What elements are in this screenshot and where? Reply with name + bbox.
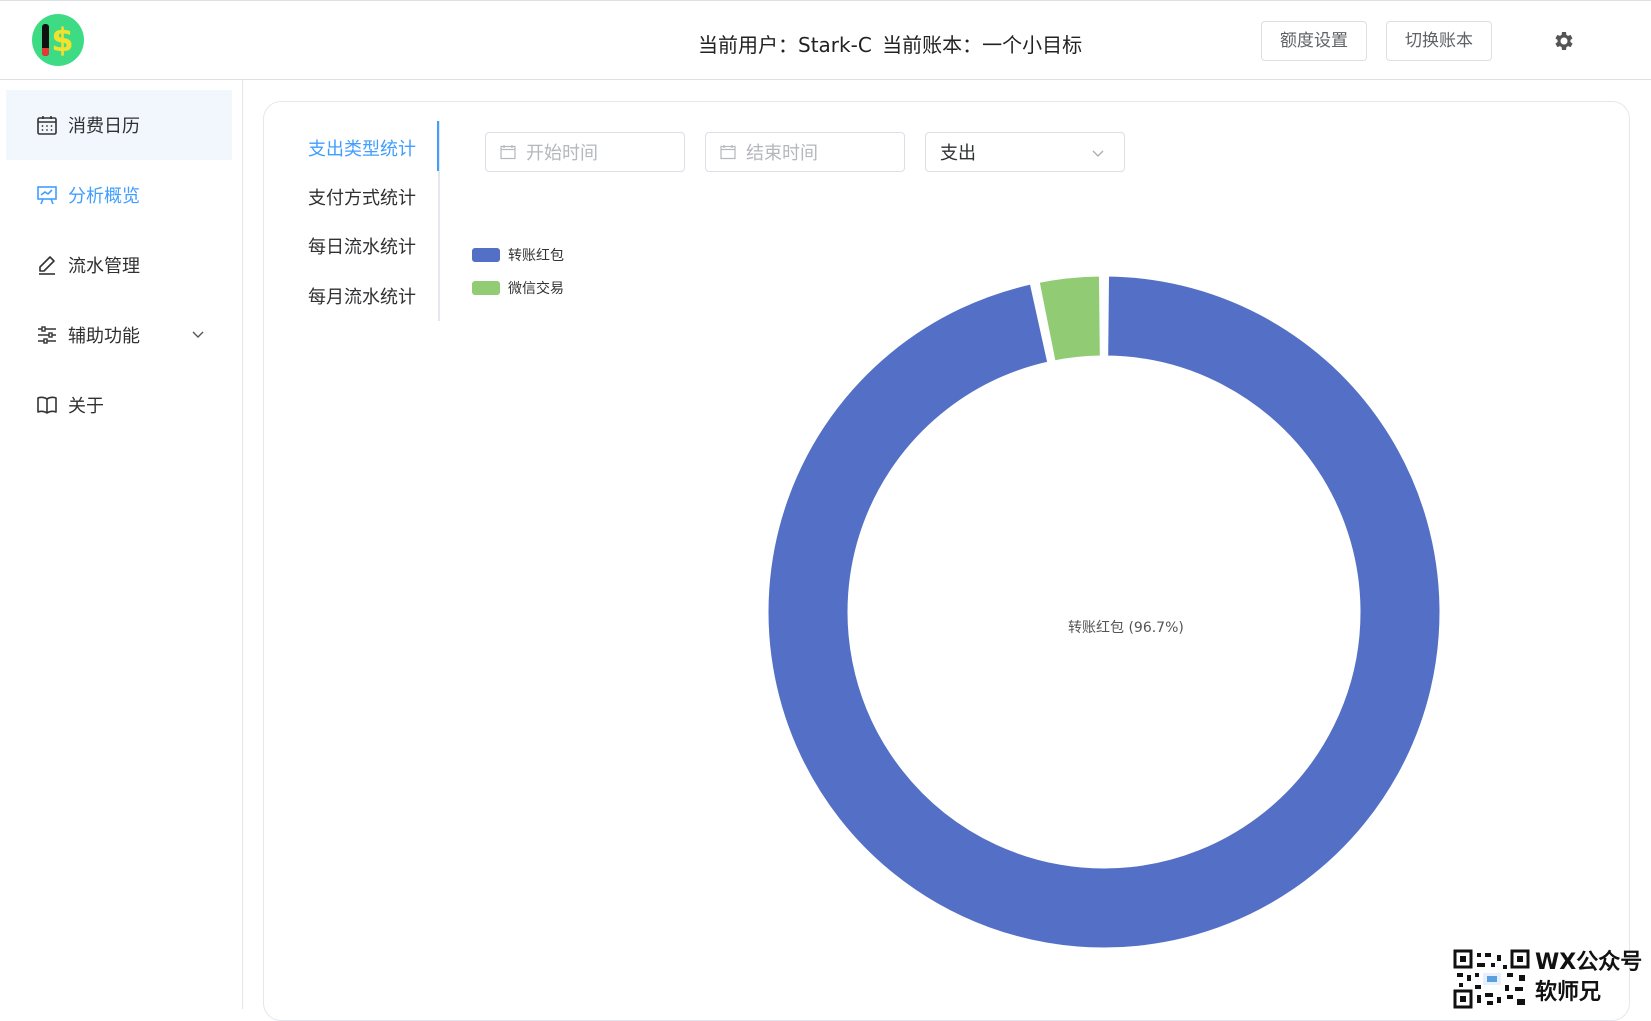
watermark-text: WX公众号 软师兄 <box>1535 948 1642 1008</box>
donut-chart <box>765 273 1443 951</box>
donut-slice-0[interactable] <box>765 273 1443 951</box>
watermark-line1: WX公众号 <box>1535 950 1643 975</box>
watermark-line2: 软师兄 <box>1535 980 1602 1005</box>
qr-code-icon <box>1453 949 1530 1009</box>
donut-slice-1[interactable] <box>1036 273 1103 364</box>
chart-center-label: 转账红包 (96.7%) <box>1068 620 1184 636</box>
